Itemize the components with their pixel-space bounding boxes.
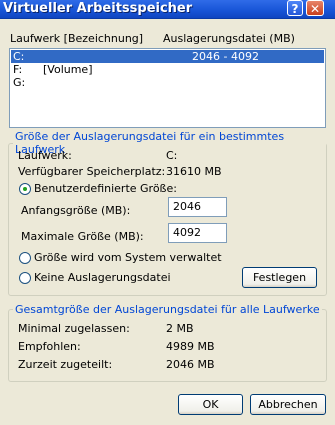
no-paging-file-radio[interactable] xyxy=(19,272,31,284)
column-header-drive: Laufwerk [Bezeichnung] xyxy=(10,32,144,45)
totals-group-title: Gesamtgröße der Auslagerungsdatei für al… xyxy=(15,303,320,316)
max-size-field[interactable]: 4092 xyxy=(168,223,227,243)
minimum-label: Minimal zugelassen: xyxy=(18,322,130,335)
window-title: Virtueller Arbeitsspeicher xyxy=(3,1,193,16)
custom-size-label[interactable]: Benutzerdefinierte Größe: xyxy=(34,182,177,195)
drive-list[interactable]: C: 2046 - 4092 F: [Volume] G: xyxy=(9,48,326,128)
ok-button[interactable]: OK xyxy=(178,394,243,415)
drive-label-text: Laufwerk: xyxy=(18,149,72,162)
cancel-button[interactable]: Abbrechen xyxy=(250,394,326,415)
list-item[interactable]: F: [Volume] xyxy=(11,63,324,76)
drive-letter: G: xyxy=(13,76,26,89)
drive-letter: C: xyxy=(13,50,25,63)
drive-label: [Volume] xyxy=(43,63,93,76)
close-icon[interactable]: ✕ xyxy=(306,0,324,16)
available-space-value: 31610 MB xyxy=(166,165,222,178)
available-space-label: Verfügbarer Speicherplatz: xyxy=(18,165,166,178)
custom-size-radio[interactable] xyxy=(19,183,31,195)
system-managed-radio[interactable] xyxy=(19,252,31,264)
radio-selected-dot xyxy=(23,187,27,191)
list-item[interactable]: G: xyxy=(11,76,324,89)
no-paging-file-label[interactable]: Keine Auslagerungsdatei xyxy=(34,271,171,284)
drive-value: C: xyxy=(166,149,178,162)
drive-paging-size: 2046 - 4092 xyxy=(192,50,259,63)
set-button[interactable]: Festlegen xyxy=(242,267,317,288)
drive-letter: F: xyxy=(13,63,23,76)
recommended-label: Empfohlen: xyxy=(18,340,81,353)
title-bar: Virtueller Arbeitsspeicher ? ✕ xyxy=(0,0,335,19)
help-icon[interactable]: ? xyxy=(287,0,303,16)
recommended-value: 4989 MB xyxy=(166,340,215,353)
initial-size-field[interactable]: 2046 xyxy=(168,197,227,217)
initial-size-label: Anfangsgröße (MB): xyxy=(21,204,131,217)
minimum-value: 2 MB xyxy=(166,322,194,335)
current-value: 2046 MB xyxy=(166,358,215,371)
max-size-label: Maximale Größe (MB): xyxy=(21,230,144,243)
list-item[interactable]: C: 2046 - 4092 xyxy=(11,50,324,63)
column-header-paging: Auslagerungsdatei (MB) xyxy=(163,32,295,45)
current-label: Zurzeit zugeteilt: xyxy=(18,358,113,371)
system-managed-label[interactable]: Größe wird vom System verwaltet xyxy=(34,251,222,264)
